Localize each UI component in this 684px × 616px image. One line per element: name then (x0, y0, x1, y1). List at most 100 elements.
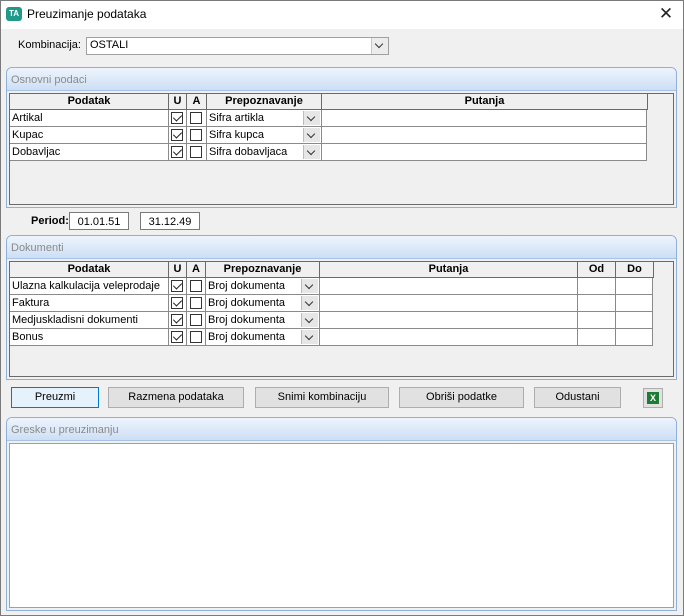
table-row-u[interactable] (169, 144, 187, 161)
table-row-a[interactable] (187, 127, 207, 144)
chevron-down-icon[interactable] (301, 296, 318, 310)
col-header-a[interactable]: A (187, 262, 206, 278)
a-checkbox[interactable] (190, 146, 202, 158)
a-checkbox[interactable] (190, 112, 202, 124)
col-header-prepoznavanje[interactable]: Prepoznavanje (207, 94, 322, 110)
do-input[interactable] (616, 312, 653, 329)
table-row-u[interactable] (169, 329, 187, 346)
u-checkbox[interactable] (171, 314, 183, 326)
period-to-input[interactable]: 31.12.49 (140, 212, 200, 230)
col-header-prepoznavanje[interactable]: Prepoznavanje (206, 262, 320, 278)
od-input[interactable] (578, 329, 616, 346)
razmena-podataka-button[interactable]: Razmena podataka (108, 387, 244, 408)
do-input[interactable] (616, 329, 653, 346)
col-header-a[interactable]: A (187, 94, 207, 110)
period-label: Period: (31, 215, 69, 227)
col-header-putanja[interactable]: Putanja (320, 262, 578, 278)
dokumenti-grid: Podatak U A Prepoznavanje Putanja Od Do … (9, 261, 674, 377)
do-input[interactable] (616, 295, 653, 312)
table-row-a[interactable] (187, 110, 207, 127)
app-logo-icon: TA (6, 7, 22, 21)
a-checkbox[interactable] (190, 129, 202, 141)
u-checkbox[interactable] (171, 331, 183, 343)
table-row-podatak[interactable]: Medjuskladisni dokumenti (10, 312, 169, 329)
osnovni-podaci-title: Osnovni podaci (11, 74, 87, 86)
table-row-a[interactable] (187, 278, 206, 295)
preuzmi-button[interactable]: Preuzmi (11, 387, 99, 408)
col-header-podatak[interactable]: Podatak (10, 94, 169, 110)
prepoznavanje-select[interactable]: Broj dokumenta (206, 312, 320, 329)
chevron-down-icon[interactable] (301, 279, 318, 293)
table-row-podatak[interactable]: Faktura (10, 295, 169, 312)
a-checkbox[interactable] (190, 280, 202, 292)
u-checkbox[interactable] (171, 146, 183, 158)
col-header-do[interactable]: Do (616, 262, 654, 278)
table-row-a[interactable] (187, 295, 206, 312)
prepoznavanje-select[interactable]: Broj dokumenta (206, 278, 320, 295)
excel-icon: X (647, 392, 659, 404)
col-header-putanja[interactable]: Putanja (322, 94, 648, 110)
u-checkbox[interactable] (171, 129, 183, 141)
table-row-u[interactable] (169, 110, 187, 127)
chevron-down-icon[interactable] (301, 330, 318, 344)
table-row-u[interactable] (169, 127, 187, 144)
table-row-u[interactable] (169, 295, 187, 312)
chevron-down-icon[interactable] (371, 38, 388, 54)
chevron-down-icon[interactable] (303, 145, 320, 159)
a-checkbox[interactable] (190, 297, 202, 309)
prepoznavanje-select[interactable]: Sifra artikla (207, 110, 322, 127)
greske-textarea[interactable] (9, 443, 674, 608)
table-row-u[interactable] (169, 312, 187, 329)
table-row-a[interactable] (187, 144, 207, 161)
od-input[interactable] (578, 312, 616, 329)
window-title: Preuzimanje podataka (27, 7, 147, 21)
table-row-podatak[interactable]: Bonus (10, 329, 169, 346)
col-header-u[interactable]: U (169, 262, 187, 278)
close-button[interactable]: ✕ (649, 1, 683, 29)
putanja-input[interactable] (320, 295, 578, 312)
kombinacija-select[interactable]: OSTALI (86, 37, 389, 55)
table-row-podatak[interactable]: Ulazna kalkulacija veleprodaje (10, 278, 169, 295)
odustani-button[interactable]: Odustani (534, 387, 621, 408)
prepoznavanje-select[interactable]: Broj dokumenta (206, 295, 320, 312)
snimi-kombinaciju-button[interactable]: Snimi kombinaciju (255, 387, 389, 408)
col-header-u[interactable]: U (169, 94, 187, 110)
kombinacija-label: Kombinacija: (18, 39, 81, 51)
putanja-input[interactable] (320, 312, 578, 329)
a-checkbox[interactable] (190, 314, 202, 326)
od-input[interactable] (578, 278, 616, 295)
chevron-down-icon[interactable] (303, 128, 320, 142)
putanja-input[interactable] (322, 144, 647, 161)
dialog-window: TA Preuzimanje podataka ✕ Kombinacija: O… (0, 0, 684, 616)
u-checkbox[interactable] (171, 297, 183, 309)
u-checkbox[interactable] (171, 280, 183, 292)
table-row-podatak[interactable]: Dobavljac (10, 144, 169, 161)
prepoznavanje-select[interactable]: Sifra kupca (207, 127, 322, 144)
putanja-input[interactable] (320, 278, 578, 295)
putanja-input[interactable] (322, 110, 647, 127)
table-row-podatak[interactable]: Kupac (10, 127, 169, 144)
putanja-input[interactable] (322, 127, 647, 144)
od-input[interactable] (578, 295, 616, 312)
chevron-down-icon[interactable] (301, 313, 318, 327)
putanja-input[interactable] (320, 329, 578, 346)
prepoznavanje-select[interactable]: Broj dokumenta (206, 329, 320, 346)
do-input[interactable] (616, 278, 653, 295)
u-checkbox[interactable] (171, 112, 183, 124)
table-row-a[interactable] (187, 312, 206, 329)
dokumenti-panel: Dokumenti Podatak U A Prepoznavanje Puta… (6, 235, 677, 380)
osnovni-grid: Podatak U A Prepoznavanje Putanja Artika… (9, 93, 674, 205)
col-header-podatak[interactable]: Podatak (10, 262, 169, 278)
table-row-u[interactable] (169, 278, 187, 295)
greske-panel: Greske u preuzimanju (6, 417, 677, 611)
dokumenti-title: Dokumenti (11, 242, 64, 254)
table-row-a[interactable] (187, 329, 206, 346)
period-from-input[interactable]: 01.01.51 (69, 212, 129, 230)
table-row-podatak[interactable]: Artikal (10, 110, 169, 127)
a-checkbox[interactable] (190, 331, 202, 343)
chevron-down-icon[interactable] (303, 111, 320, 125)
prepoznavanje-select[interactable]: Sifra dobavljaca (207, 144, 322, 161)
obrisi-podatke-button[interactable]: Obriši podatke (399, 387, 524, 408)
col-header-od[interactable]: Od (578, 262, 616, 278)
excel-export-button[interactable]: X (643, 388, 663, 408)
